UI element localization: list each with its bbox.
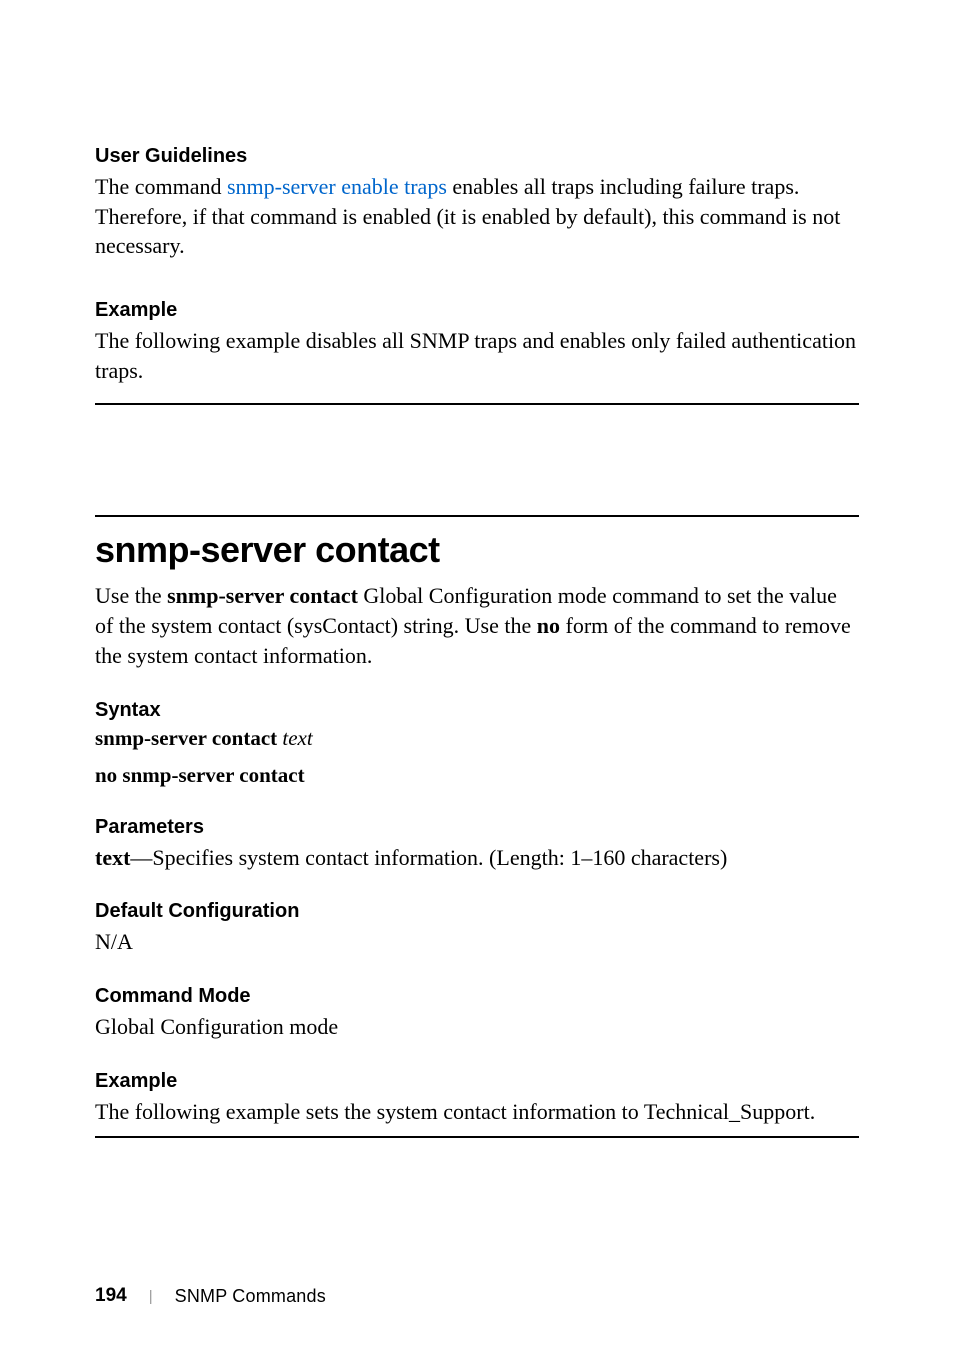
default-config-heading: Default Configuration bbox=[95, 900, 859, 923]
example-1-heading: Example bbox=[95, 299, 859, 322]
example-1-text: The following example disables all SNMP … bbox=[95, 326, 859, 385]
bold-text: text bbox=[95, 845, 130, 870]
intro-block: Use the snmp-server contact Global Confi… bbox=[95, 581, 859, 670]
command-mode-heading: Command Mode bbox=[95, 985, 859, 1008]
page-number: 194 bbox=[95, 1285, 127, 1307]
example-2-text: The following example sets the system co… bbox=[95, 1097, 859, 1127]
user-guidelines-block: User Guidelines The command snmp-server … bbox=[95, 145, 859, 261]
divider-line bbox=[95, 515, 859, 517]
command-mode-text: Global Configuration mode bbox=[95, 1012, 859, 1042]
bold-text: snmp-server contact bbox=[167, 583, 358, 608]
parameters-heading: Parameters bbox=[95, 816, 859, 839]
spacer bbox=[95, 405, 859, 515]
syntax-line-2: no snmp-server contact bbox=[95, 763, 859, 788]
bold-text: no snmp-server contact bbox=[95, 763, 305, 787]
syntax-line-1: snmp-server contact text bbox=[95, 726, 859, 751]
section-title: snmp-server contact bbox=[95, 529, 859, 571]
example-2-heading: Example bbox=[95, 1070, 859, 1093]
italic-text: text bbox=[282, 726, 312, 750]
text-run: The command bbox=[95, 174, 227, 199]
footer-separator: | bbox=[149, 1288, 153, 1305]
bold-text: snmp-server contact bbox=[95, 726, 277, 750]
page-footer: 194 | SNMP Commands bbox=[95, 1285, 326, 1307]
example-1-block: Example The following example disables a… bbox=[95, 299, 859, 385]
syntax-block: Syntax snmp-server contact text no snmp-… bbox=[95, 699, 859, 788]
parameters-block: Parameters text—Specifies system contact… bbox=[95, 816, 859, 873]
text-run: Use the bbox=[95, 583, 167, 608]
text-run: —Specifies system contact information. (… bbox=[130, 845, 727, 870]
user-guidelines-heading: User Guidelines bbox=[95, 145, 859, 168]
intro-text: Use the snmp-server contact Global Confi… bbox=[95, 581, 859, 670]
bold-text: no bbox=[537, 613, 560, 638]
example-2-block: Example The following example sets the s… bbox=[95, 1070, 859, 1127]
divider-line bbox=[95, 1136, 859, 1138]
default-config-text: N/A bbox=[95, 927, 859, 957]
chapter-name: SNMP Commands bbox=[175, 1286, 326, 1307]
default-config-block: Default Configuration N/A bbox=[95, 900, 859, 957]
syntax-heading: Syntax bbox=[95, 699, 859, 722]
user-guidelines-text: The command snmp-server enable traps ena… bbox=[95, 172, 859, 261]
command-mode-block: Command Mode Global Configuration mode bbox=[95, 985, 859, 1042]
snmp-server-enable-traps-link[interactable]: snmp-server enable traps bbox=[227, 174, 447, 199]
parameters-text: text—Specifies system contact informatio… bbox=[95, 843, 859, 873]
